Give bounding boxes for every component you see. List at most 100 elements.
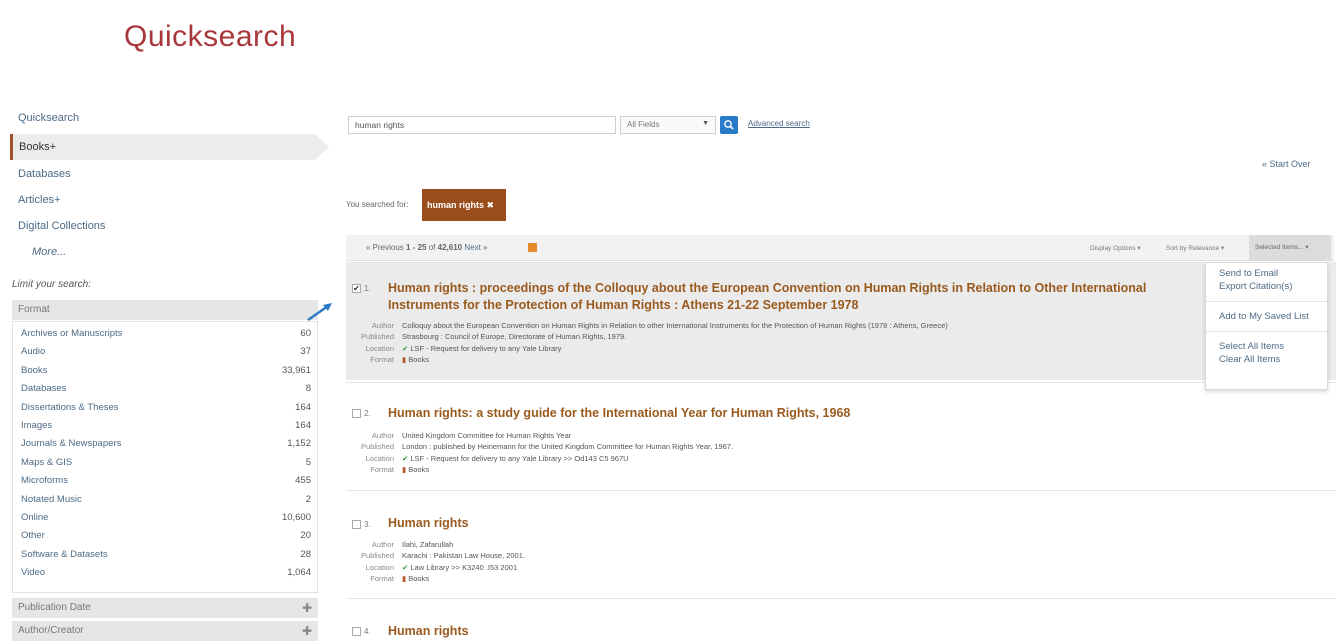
- facet-row[interactable]: Books 33,961: [21, 365, 311, 383]
- result-title[interactable]: Human rights: [388, 515, 469, 532]
- facet-row[interactable]: Other 20: [21, 530, 311, 548]
- facet-author-header[interactable]: Author/Creator ✚: [12, 621, 318, 641]
- facet-row[interactable]: Notated Music 2: [21, 494, 311, 512]
- facet-label[interactable]: Maps & GIS: [21, 457, 72, 475]
- facet-label[interactable]: Notated Music: [21, 494, 82, 512]
- facet-row[interactable]: Audio 37: [21, 346, 311, 364]
- result-item: 3. Human rights Author Ilahi, Zafarullah …: [346, 512, 1336, 602]
- select-checkbox[interactable]: ✔: [352, 284, 361, 294]
- advanced-search-link[interactable]: Advanced search: [748, 119, 810, 128]
- author-value[interactable]: Ilahi, Zafarullah: [402, 539, 453, 550]
- location-value[interactable]: LSF - Request for delivery to any Yale L…: [410, 344, 561, 353]
- selected-items-button[interactable]: Selected Items... ▾: [1249, 235, 1331, 261]
- nav-item-digital-collections[interactable]: Digital Collections: [10, 216, 330, 242]
- facet-count: 164: [295, 401, 311, 413]
- menu-divider: [1206, 331, 1327, 332]
- menu-item-select-all[interactable]: Select All Items: [1219, 340, 1327, 353]
- facet-row[interactable]: Images 164: [21, 420, 311, 438]
- facet-label[interactable]: Software & Datasets: [21, 549, 108, 567]
- caret-down-icon: ▼: [702, 120, 709, 127]
- expand-plus-icon[interactable]: ✚: [302, 621, 312, 641]
- result-number-label: 1.: [364, 284, 371, 293]
- facet-row[interactable]: Online 10,600: [21, 512, 311, 530]
- facet-label[interactable]: Books: [21, 365, 47, 383]
- result-range: 1 - 25: [406, 243, 427, 252]
- facet-row[interactable]: Databases 8: [21, 383, 311, 401]
- facet-publication-date-header[interactable]: Publication Date ✚: [12, 598, 318, 618]
- nav-item-articles[interactable]: Articles+: [10, 190, 330, 216]
- facet-publication-date-label: Publication Date: [18, 602, 91, 613]
- facet-row[interactable]: Journals & Newspapers 1,152: [21, 438, 311, 456]
- menu-divider: [1206, 301, 1327, 302]
- facet-label[interactable]: Microforms: [21, 475, 68, 493]
- facet-label[interactable]: Video: [21, 567, 45, 585]
- result-number-label: 2.: [364, 409, 371, 418]
- result-meta: Author United Kingdom Committee for Human…: [346, 430, 733, 475]
- nav-item-databases[interactable]: Databases: [10, 164, 330, 190]
- facet-label[interactable]: Images: [21, 420, 52, 438]
- result-title[interactable]: Human rights: a study guide for the Inte…: [388, 405, 1188, 422]
- menu-item-export-citation[interactable]: Export Citation(s): [1219, 280, 1327, 293]
- facet-label[interactable]: Online: [21, 512, 48, 530]
- published-value: Strasbourg : Council of Europe, Director…: [402, 332, 627, 342]
- facet-label[interactable]: Archives or Manuscripts: [21, 328, 122, 346]
- limit-search-title: Limit your search:: [12, 279, 91, 290]
- start-over-link[interactable]: « Start Over: [1262, 159, 1311, 169]
- menu-item-send-email[interactable]: Send to Email: [1219, 267, 1327, 280]
- menu-item-add-saved-list[interactable]: Add to My Saved List: [1219, 310, 1327, 323]
- facet-label[interactable]: Other: [21, 530, 45, 548]
- select-checkbox[interactable]: [352, 409, 361, 419]
- facet-format-label: Format: [18, 304, 50, 315]
- nav-item-books[interactable]: Books+: [10, 134, 329, 160]
- facet-label[interactable]: Dissertations & Theses: [21, 402, 119, 420]
- facet-row[interactable]: Software & Datasets 28: [21, 549, 311, 567]
- result-item: ✔ 1. Human rights : proceedings of the Co…: [346, 262, 1336, 380]
- facet-label[interactable]: Databases: [21, 383, 66, 401]
- result-number: 4.: [352, 627, 371, 637]
- facet-format-list: Archives or Manuscripts 60 Audio 37 Books 3…: [12, 321, 318, 593]
- facet-row[interactable]: Dissertations & Theses 164: [21, 402, 311, 420]
- facet-label[interactable]: Journals & Newspapers: [21, 438, 121, 456]
- expand-plus-icon[interactable]: ✚: [302, 598, 312, 618]
- select-checkbox[interactable]: [352, 520, 361, 530]
- facet-row[interactable]: Archives or Manuscripts 60: [21, 328, 311, 346]
- result-title[interactable]: Human rights : proceedings of the Colloq…: [388, 280, 1218, 314]
- selected-items-menu: Send to Email Export Citation(s) Add to …: [1205, 262, 1328, 390]
- search-button[interactable]: [720, 116, 738, 134]
- facet-format-header[interactable]: Format: [12, 300, 318, 320]
- nav-item-more[interactable]: More...: [10, 242, 330, 268]
- menu-item-clear-all[interactable]: Clear All Items: [1219, 353, 1327, 366]
- result-meta: Author Colloquy about the European Conven…: [346, 320, 948, 365]
- nav-item-quicksearch[interactable]: Quicksearch: [10, 108, 330, 134]
- format-value: Books: [408, 354, 430, 364]
- facet-row[interactable]: Video 1,064: [21, 567, 311, 585]
- facet-count: 60: [300, 328, 311, 339]
- facet-row[interactable]: Microforms 455: [21, 475, 311, 493]
- result-number: ✔ 1.: [352, 284, 371, 294]
- search-field-select[interactable]: All Fields ▼: [620, 116, 716, 134]
- select-checkbox[interactable]: [352, 627, 361, 637]
- format-value: Books: [408, 573, 430, 583]
- next-link[interactable]: Next »: [464, 243, 487, 252]
- location-label: Location: [365, 562, 394, 572]
- result-total: 42,610: [437, 243, 463, 252]
- facet-row[interactable]: Maps & GIS 5: [21, 457, 311, 475]
- query-constraint-tag[interactable]: human rights ✖: [422, 189, 506, 221]
- location-value[interactable]: LSF - Request for delivery to any Yale L…: [410, 454, 628, 463]
- search-input[interactable]: human rights: [348, 116, 616, 134]
- author-value[interactable]: United Kingdom Committee for Human Right…: [402, 430, 571, 441]
- result-title[interactable]: Human rights: [388, 623, 469, 640]
- facet-count: 164: [295, 419, 311, 431]
- facet-label[interactable]: Audio: [21, 346, 45, 364]
- search-field-value: All Fields: [627, 120, 660, 129]
- previous-link[interactable]: « Previous: [366, 243, 404, 252]
- facet-count: 5: [305, 456, 311, 468]
- facet-count: 455: [295, 475, 311, 487]
- location-value[interactable]: Law Library >> K3240 .I53 2001: [410, 563, 517, 572]
- display-options-button[interactable]: Display Options ▾: [1090, 244, 1141, 252]
- rss-icon[interactable]: [528, 243, 537, 252]
- pagination: « Previous 1 - 25 of 42,610 Next »: [366, 243, 487, 252]
- author-value[interactable]: Colloquy about the European Convention o…: [402, 320, 948, 331]
- sort-button[interactable]: Sort by Relevance ▾: [1166, 244, 1224, 252]
- searched-for-label: You searched for:: [346, 200, 409, 209]
